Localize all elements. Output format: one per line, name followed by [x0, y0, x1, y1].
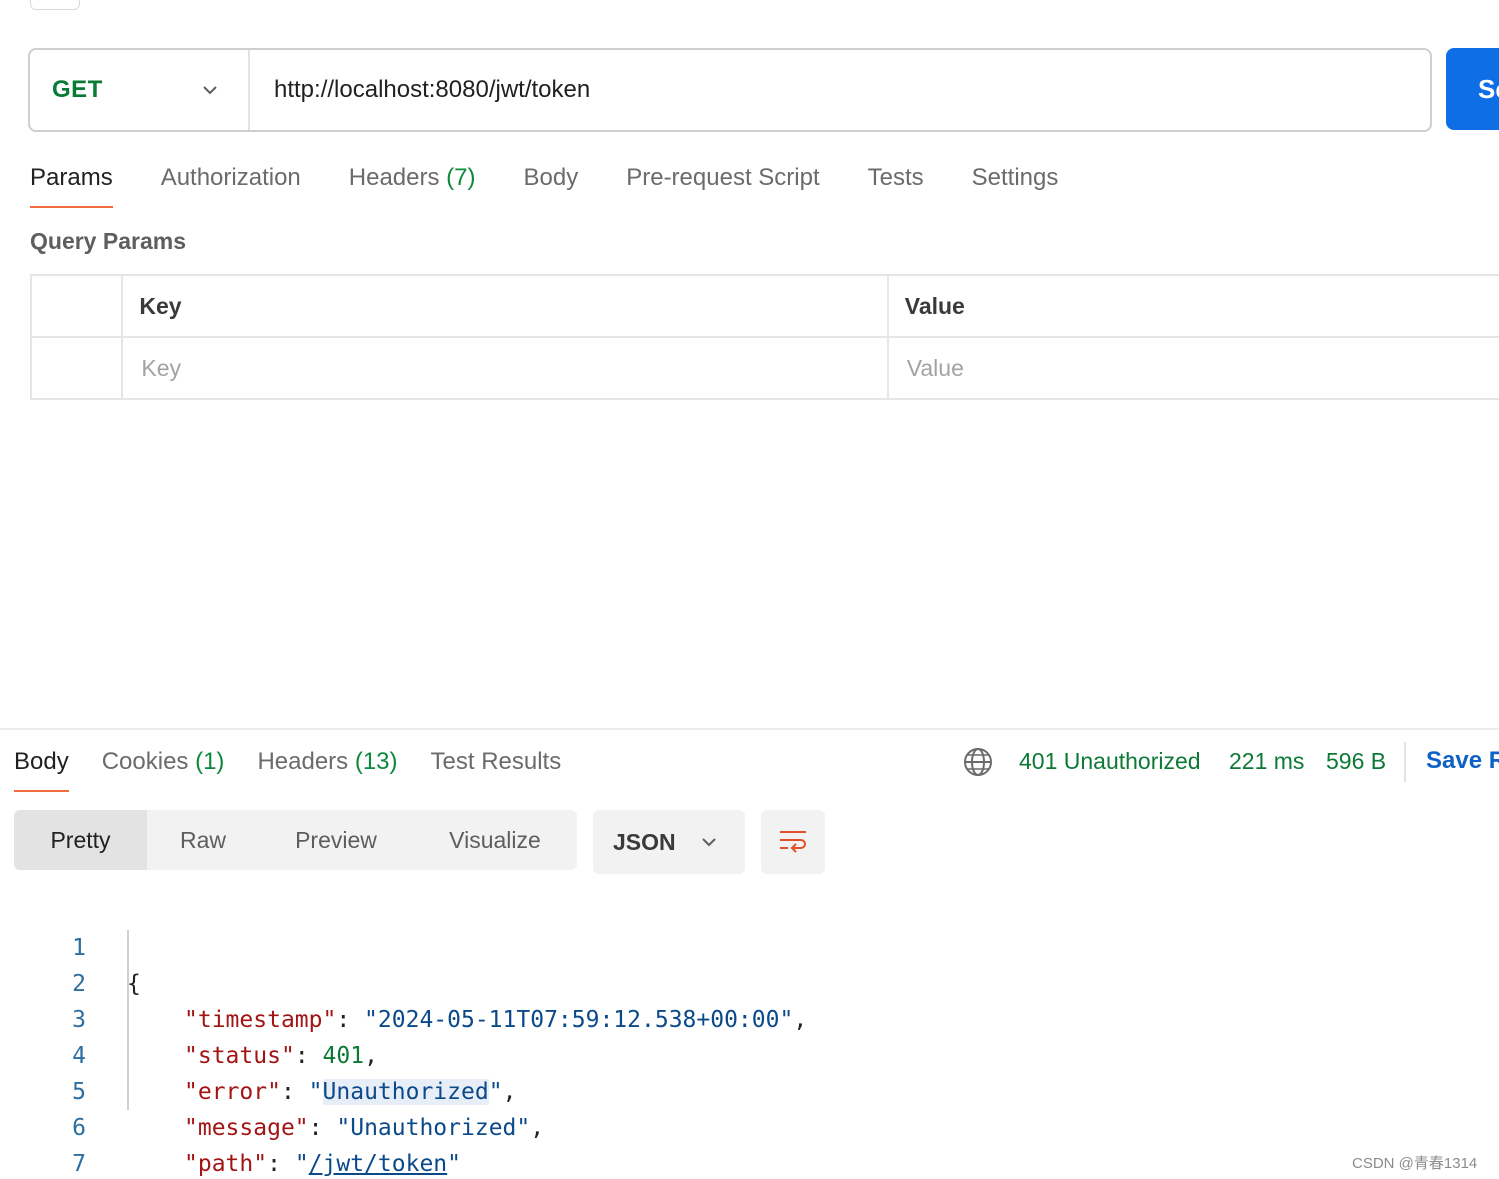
response-body-code[interactable]: 1 { 2 "timestamp": "2024-05-11T07:59:12.… — [0, 894, 900, 1177]
tab-settings[interactable]: Settings — [972, 160, 1059, 208]
response-tab-cookies[interactable]: Cookies (1) — [102, 744, 225, 792]
table-row — [29, 336, 1499, 400]
key-column-header: Key — [121, 274, 889, 338]
checkbox-column-header — [29, 274, 124, 338]
save-response-button[interactable]: Save R — [1426, 747, 1499, 775]
row-checkbox-cell — [29, 336, 124, 400]
json-key: path — [197, 1151, 254, 1177]
response-tab-headers[interactable]: Headers (13) — [257, 744, 397, 792]
chevron-down-icon — [203, 86, 217, 95]
code-line: 4 "error": "Unauthorized", — [0, 1002, 900, 1105]
value-cell — [886, 336, 1499, 400]
meta-divider — [1404, 742, 1406, 782]
value-input[interactable] — [904, 353, 1496, 383]
key-input[interactable] — [139, 353, 875, 383]
top-button-stub[interactable] — [30, 0, 80, 10]
wrap-lines-button[interactable] — [761, 810, 825, 874]
view-raw[interactable]: Raw — [147, 810, 259, 870]
tab-headers[interactable]: Headers (7) — [349, 160, 476, 208]
postman-window: GET Se Params Authorization Headers (7) … — [0, 0, 1499, 1179]
url-input[interactable] — [250, 50, 1430, 130]
response-headers-count: (13) — [354, 748, 398, 775]
table-header-row: Key Value — [29, 274, 1499, 338]
line-number: 7 — [72, 1151, 86, 1177]
key-cell — [121, 336, 889, 400]
request-tabs: Params Authorization Headers (7) Body Pr… — [30, 160, 1106, 212]
code-line: 6 "path": "/jwt/token" — [0, 1074, 900, 1177]
code-line: 3 "status": 401, — [0, 966, 900, 1069]
cookies-count: (1) — [195, 748, 225, 775]
tab-tests[interactable]: Tests — [868, 160, 924, 208]
value-column-header: Value — [886, 274, 1499, 338]
tab-authorization[interactable]: Authorization — [161, 160, 301, 208]
response-divider[interactable] — [0, 728, 1499, 730]
view-preview[interactable]: Preview — [259, 810, 413, 870]
method-label: GET — [52, 76, 103, 103]
tab-body[interactable]: Body — [524, 160, 579, 208]
chevron-down-icon — [702, 838, 716, 847]
code-line: 2 "timestamp": "2024-05-11T07:59:12.538+… — [0, 930, 900, 1033]
query-params-table: Key Value — [29, 274, 1499, 400]
code-line: 7 } — [0, 1110, 900, 1177]
format-label: JSON — [613, 828, 676, 855]
response-status[interactable]: 401 Unauthorized — [1019, 748, 1201, 775]
send-button[interactable]: Se — [1446, 48, 1499, 130]
tab-pre-request-script[interactable]: Pre-request Script — [626, 160, 819, 208]
format-dropdown[interactable]: JSON — [593, 810, 745, 874]
json-value-link[interactable]: /jwt/token — [309, 1151, 447, 1177]
globe-icon[interactable] — [962, 746, 994, 778]
response-time[interactable]: 221 ms — [1229, 748, 1304, 775]
view-mode-toggle: Pretty Raw Preview Visualize — [14, 810, 577, 870]
code-line: 5 "message": "Unauthorized", — [0, 1038, 900, 1141]
tab-params[interactable]: Params — [30, 160, 113, 208]
query-params-title: Query Params — [30, 228, 186, 254]
response-size[interactable]: 596 B — [1326, 748, 1386, 775]
method-dropdown[interactable]: GET — [30, 50, 250, 130]
response-tab-test-results[interactable]: Test Results — [431, 744, 562, 792]
view-pretty[interactable]: Pretty — [14, 810, 147, 870]
response-tabs: Body Cookies (1) Headers (13) Test Resul… — [14, 744, 594, 794]
watermark: CSDN @青春1314 — [1352, 1155, 1478, 1172]
view-visualize[interactable]: Visualize — [413, 810, 577, 870]
code-line: 1 { — [0, 894, 900, 997]
response-tab-body[interactable]: Body — [14, 744, 69, 792]
wrap-lines-icon — [780, 831, 806, 853]
headers-count: (7) — [446, 164, 476, 191]
url-bar: GET — [28, 48, 1432, 132]
